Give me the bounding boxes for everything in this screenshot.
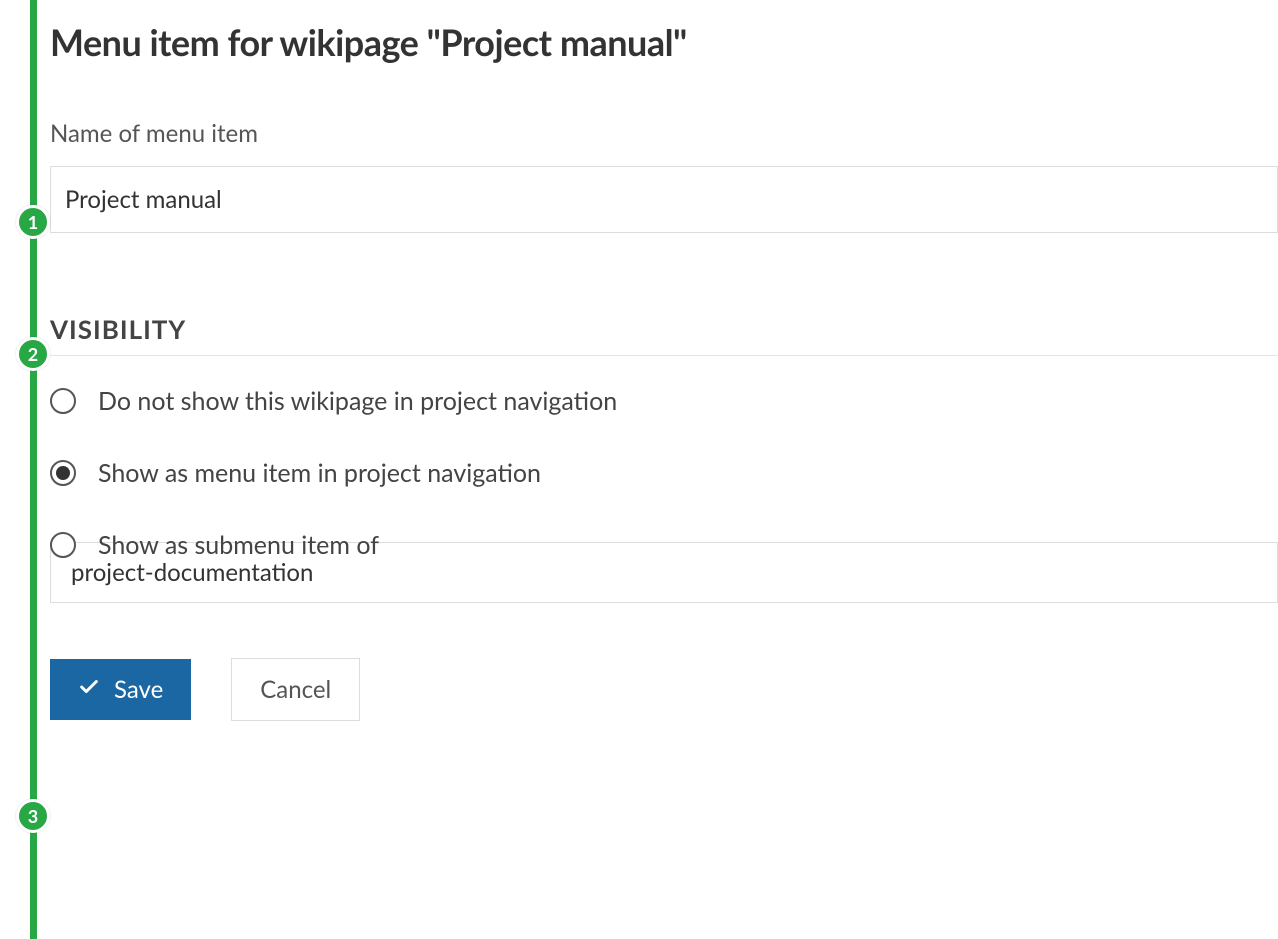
save-button[interactable]: Save (50, 659, 191, 720)
save-button-label: Save (114, 675, 163, 704)
cancel-button[interactable]: Cancel (231, 658, 360, 721)
page-title: Menu item for wikipage "Project manual" (50, 20, 1278, 64)
name-field-label: Name of menu item (50, 119, 1278, 148)
radio-label: Show as submenu item of (98, 530, 379, 560)
step-marker-1: 1 (16, 205, 50, 239)
step-marker-2: 2 (16, 337, 50, 371)
radio-icon[interactable] (50, 388, 76, 414)
name-input[interactable] (50, 166, 1278, 233)
cancel-button-label: Cancel (260, 675, 331, 704)
check-icon (78, 675, 100, 704)
radio-icon[interactable] (50, 532, 76, 558)
visibility-option-menuitem[interactable]: Show as menu item in project navigation (50, 458, 1278, 488)
radio-icon[interactable] (50, 460, 76, 486)
step-marker-3: 3 (16, 799, 50, 833)
radio-label: Show as menu item in project navigation (98, 458, 541, 488)
visibility-option-hide[interactable]: Do not show this wikipage in project nav… (50, 386, 1278, 416)
radio-label: Do not show this wikipage in project nav… (98, 386, 617, 416)
visibility-heading: VISIBILITY (50, 313, 1278, 356)
